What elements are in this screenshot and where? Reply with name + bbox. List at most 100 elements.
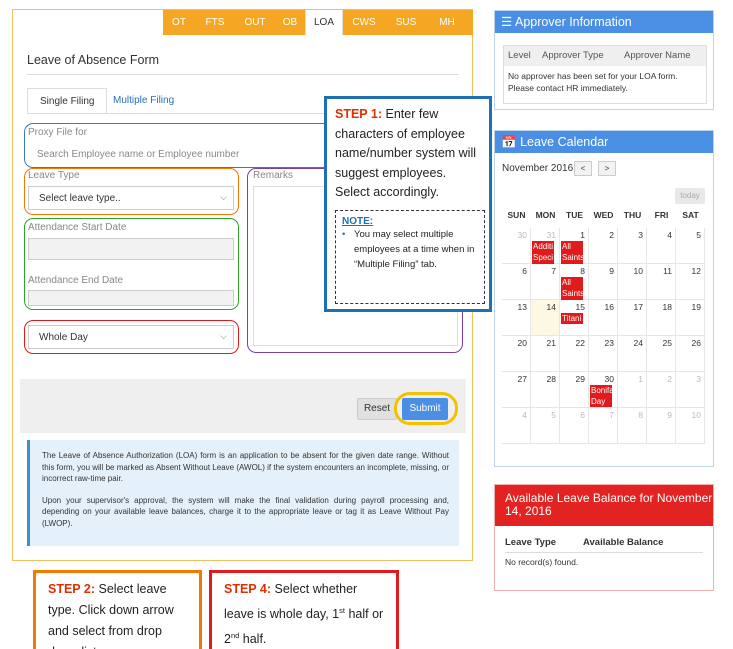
calendar-day-cell[interactable]: 19 <box>676 300 705 336</box>
calendar-event[interactable]: Titani <box>561 313 583 324</box>
calendar-day-cell[interactable]: 7 <box>589 408 618 444</box>
col-leave-type: Leave Type <box>505 537 557 548</box>
calendar-event-line: Speci <box>533 253 554 262</box>
approver-header: ☰ Approver Information <box>495 11 713 33</box>
calendar-day-cell[interactable]: 21 <box>531 336 560 372</box>
calendar-day-cell[interactable]: 31AdditiSpecinon-workin <box>531 228 560 264</box>
calendar-event-line: Titani <box>562 314 582 323</box>
submit-highlight <box>394 392 458 425</box>
calendar-day-cell[interactable]: 5 <box>531 408 560 444</box>
calendar-day-cell[interactable]: 10 <box>676 408 705 444</box>
calendar-day-cell[interactable]: 9 <box>647 408 676 444</box>
calendar-event[interactable]: AllSaintsDay <box>561 241 583 264</box>
reset-button[interactable]: Reset <box>357 398 397 420</box>
calendar-day-cell[interactable]: 13 <box>502 300 531 336</box>
calendar-day-cell[interactable]: 12 <box>676 264 705 300</box>
calendar-day-cell[interactable]: 8 <box>618 408 647 444</box>
leave-type-label: Leave Type <box>28 170 80 181</box>
calendar-day-cell[interactable]: 28 <box>531 372 560 408</box>
calendar-day-number: 26 <box>691 338 701 348</box>
tab-ot[interactable]: OT <box>163 10 195 35</box>
calendar-title: Leave Calendar <box>520 135 609 149</box>
calendar-day-cell[interactable]: 27 <box>502 372 531 408</box>
weekday-header: MON <box>535 210 556 220</box>
calendar-prev-button[interactable]: < <box>574 161 592 176</box>
calendar-day-cell[interactable]: 5 <box>676 228 705 264</box>
calendar-day-cell[interactable]: 14 <box>531 300 560 336</box>
calendar-day-number: 21 <box>546 338 556 348</box>
calendar-event[interactable]: AllSaintsDay <box>561 277 583 300</box>
calendar-next-button[interactable]: > <box>598 161 616 176</box>
day-part-value: Whole Day <box>39 332 88 343</box>
calendar-day-cell[interactable]: 29 <box>560 372 589 408</box>
calendar-day-number: 4 <box>667 230 672 240</box>
calendar-day-cell[interactable]: 6 <box>502 264 531 300</box>
calendar-day-cell[interactable]: 15 Titani <box>560 300 589 336</box>
end-date-label: Attendance End Date <box>28 275 124 286</box>
loa-info-box: The Leave of Absence Authorization (LOA)… <box>27 440 459 546</box>
calendar-day-cell[interactable]: 26 <box>676 336 705 372</box>
proxy-search-input[interactable]: Search Employee name or Employee number <box>27 143 340 165</box>
approver-table: Level Approver Type Approver Name No app… <box>503 45 707 104</box>
leave-type-select[interactable]: Select leave type.. ⌵ <box>28 186 234 210</box>
calendar-day-cell[interactable]: 7 <box>531 264 560 300</box>
weekday-header: FRI <box>654 210 669 220</box>
calendar-day-cell[interactable]: 3 <box>676 372 705 408</box>
calendar-day-cell[interactable]: 11 <box>647 264 676 300</box>
calendar-day-number: 5 <box>551 410 556 420</box>
calendar-day-cell[interactable]: 22 <box>560 336 589 372</box>
calendar-event-line: Bonifa <box>591 386 612 395</box>
tab-cws[interactable]: CWS <box>343 10 385 35</box>
tab-mh[interactable]: MH <box>427 10 467 35</box>
col-level: Level <box>508 50 531 61</box>
approver-title: Approver Information <box>515 15 632 29</box>
weekday-header: THU <box>623 210 642 220</box>
calendar-day-cell[interactable]: 20 <box>502 336 531 372</box>
calendar-today-button[interactable]: today <box>675 188 705 204</box>
calendar-event[interactable]: Bonifa Day <box>590 385 612 407</box>
start-date-label: Attendance Start Date <box>28 222 127 233</box>
approver-table-header: Level Approver Type Approver Name <box>504 46 706 66</box>
calendar-day-cell[interactable]: 16 <box>589 300 618 336</box>
calendar-day-number: 29 <box>575 374 585 384</box>
calendar-day-cell[interactable]: 23 <box>589 336 618 372</box>
calendar-day-cell[interactable]: 2 <box>589 228 618 264</box>
calendar-day-cell[interactable]: 2 <box>647 372 676 408</box>
calendar-day-cell[interactable]: 30 Bonifa Day <box>589 372 618 408</box>
calendar-day-cell[interactable]: 30 <box>502 228 531 264</box>
calendar-day-cell[interactable]: 10 <box>618 264 647 300</box>
tab-sus[interactable]: SUS <box>385 10 427 35</box>
calendar-day-number: 17 <box>633 302 643 312</box>
calendar-day-cell[interactable]: 1 <box>618 372 647 408</box>
calendar-day-number: 5 <box>696 230 701 240</box>
list-icon: ☰ <box>501 15 513 29</box>
calendar-day-cell[interactable]: 4 <box>502 408 531 444</box>
step2-callout: STEP 2: Select leave type. Click down ar… <box>33 570 202 649</box>
calendar-event-line: All <box>562 278 571 287</box>
calendar-event[interactable]: AdditiSpecinon-workin <box>532 241 554 264</box>
calendar-day-cell[interactable]: 3 <box>618 228 647 264</box>
calendar-day-cell[interactable]: 6 <box>560 408 589 444</box>
calendar-day-cell[interactable]: 24 <box>618 336 647 372</box>
calendar-day-cell[interactable]: 17 <box>618 300 647 336</box>
calendar-day-cell[interactable]: 1AllSaintsDay <box>560 228 589 264</box>
end-date-input[interactable] <box>28 290 234 306</box>
day-part-select[interactable]: Whole Day ⌵ <box>28 325 234 349</box>
calendar-day-number: 6 <box>580 410 585 420</box>
tab-fts[interactable]: FTS <box>195 10 235 35</box>
calendar-day-cell[interactable]: 25 <box>647 336 676 372</box>
tab-multiple-filing[interactable]: Multiple Filing <box>101 88 186 114</box>
calendar-day-cell[interactable]: 18 <box>647 300 676 336</box>
weekday-header: WED <box>593 210 614 220</box>
calendar-icon: 📅 <box>501 135 517 149</box>
calendar-day-number: 27 <box>517 374 527 384</box>
calendar-day-number: 19 <box>691 302 701 312</box>
tab-loa[interactable]: LOA <box>305 10 343 35</box>
calendar-day-cell[interactable]: 9 <box>589 264 618 300</box>
tab-ob[interactable]: OB <box>275 10 305 35</box>
start-date-input[interactable] <box>28 238 234 260</box>
tab-out[interactable]: OUT <box>235 10 275 35</box>
tab-single-filing[interactable]: Single Filing <box>27 88 108 114</box>
calendar-day-cell[interactable]: 8AllSaintsDay <box>560 264 589 300</box>
calendar-day-cell[interactable]: 4 <box>647 228 676 264</box>
